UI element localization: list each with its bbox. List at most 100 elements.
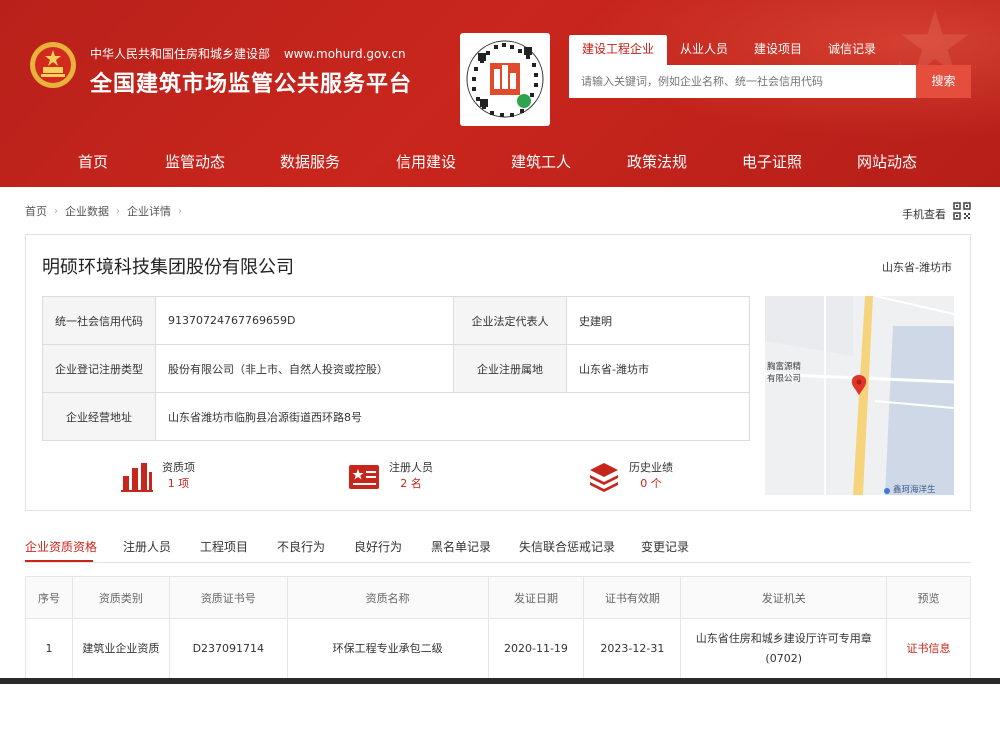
reg-place-label: 企业注册属地 (453, 344, 567, 393)
company-name: 明硕环境科技集团股份有限公司 (42, 257, 294, 278)
column-header: 资质证书号 (168, 576, 288, 619)
stat-qualifications[interactable]: 资质项 1 项 (120, 460, 195, 494)
cell-qual-name: 环保工程专业承包二级 (286, 618, 489, 679)
reg-type-label: 企业登记注册类型 (42, 344, 156, 393)
company-region: 山东省-潍坊市 (882, 261, 952, 274)
nav-item-policy[interactable]: 政策法规 (627, 140, 687, 184)
tab-bad-behavior[interactable]: 不良行为 (277, 538, 325, 555)
company-info-table: 统一社会信用代码 91370724767769659D 企业法定代表人 史建明 … (42, 296, 750, 441)
cell-authority: 山东省住房和城乡建设厅许可专用章 (0702) (680, 618, 888, 679)
national-emblem-icon (30, 42, 76, 88)
ministry-label: 中华人民共和国住房和城乡建设部 (90, 47, 271, 61)
address-label: 企业经营地址 (42, 392, 156, 441)
company-card: 明硕环境科技集团股份有限公司 山东省-潍坊市 统一社会信用代码 91370724… (25, 234, 971, 511)
nav-item-workers[interactable]: 建筑工人 (511, 140, 571, 184)
search-tab-credit[interactable]: 诚信记录 (815, 35, 889, 65)
map-poi-label: 有限公司 (767, 373, 801, 384)
search-tab-personnel[interactable]: 从业人员 (667, 35, 741, 65)
detail-tabs: 企业资质资格 注册人员 工程项目 不良行为 良好行为 黑名单记录 失信联合惩戒记… (25, 530, 971, 563)
nav-item-supervision[interactable]: 监管动态 (165, 140, 225, 184)
breadcrumb-home[interactable]: 首页 (25, 203, 47, 219)
stat-value: 2 名 (400, 477, 422, 490)
certificate-info-link[interactable]: 证书信息 (907, 642, 951, 655)
search-tab-enterprise[interactable]: 建设工程企业 (569, 35, 668, 65)
ministry-name: 中华人民共和国住房和城乡建设部 www.mohurd.gov.cn (90, 45, 406, 62)
column-header: 证书有效期 (583, 576, 682, 619)
info-row: 企业经营地址 山东省潍坊市临朐县冶源街道西环路8号 (42, 392, 750, 441)
stat-label: 注册人员 (389, 461, 433, 474)
column-header: 资质名称 (286, 576, 489, 619)
nav-item-news[interactable]: 网站动态 (857, 140, 917, 184)
info-row: 统一社会信用代码 91370724767769659D 企业法定代表人 史建明 (42, 296, 750, 345)
search-input[interactable] (569, 65, 915, 98)
layers-icon (590, 463, 618, 492)
legal-rep-value: 史建明 (566, 296, 750, 345)
tab-change-records[interactable]: 变更记录 (641, 538, 689, 555)
credit-code-label: 统一社会信用代码 (42, 296, 156, 345)
qr-code-icon (466, 40, 544, 118)
stat-label: 历史业绩 (629, 461, 673, 474)
active-tab-indicator (25, 560, 93, 562)
reg-type-value: 股份有限公司（非上市、自然人投资或控股） (155, 344, 454, 393)
table-row: 1 建筑业企业资质 D237091714 环保工程专业承包二级 2020-11-… (25, 618, 971, 679)
authority-line: (0702) (765, 651, 802, 665)
map-canvas[interactable]: 胸富源精 有限公司 鑫珂海洋生 (765, 296, 954, 495)
search-tab-projects[interactable]: 建设项目 (741, 35, 815, 65)
tab-joint-punishment[interactable]: 失信联合惩戒记录 (519, 538, 615, 555)
address-value: 山东省潍坊市临朐县冶源街道西环路8号 (155, 392, 750, 441)
bar-chart-icon (121, 463, 153, 492)
column-header: 序号 (25, 576, 73, 619)
search-button[interactable]: 搜索 (915, 65, 971, 98)
info-row: 企业登记注册类型 股份有限公司（非上市、自然人投资或控股） 企业注册属地 山东省… (42, 344, 750, 393)
authority-line: 山东省住房和城乡建设厅许可专用章 (695, 631, 872, 645)
tab-good-behavior[interactable]: 良好行为 (354, 538, 402, 555)
stat-value: 1 项 (167, 477, 190, 490)
column-header: 资质类别 (71, 576, 170, 619)
chevron-right-icon: › (54, 205, 58, 217)
chevron-right-icon: › (178, 205, 182, 217)
legal-rep-label: 企业法定代表人 (453, 296, 567, 345)
breadcrumb: 首页 › 企业数据 › 企业详情 › (25, 203, 189, 219)
stat-registered-personnel[interactable]: 注册人员 2 名 (347, 460, 433, 494)
cell-category: 建筑业企业资质 (71, 618, 170, 679)
nav-item-home[interactable]: 首页 (78, 140, 108, 184)
cell-preview: 证书信息 (886, 618, 971, 679)
platform-title: 全国建筑市场监管公共服务平台 (90, 72, 413, 97)
reg-place-value: 山东省-潍坊市 (566, 344, 750, 393)
nav-item-data[interactable]: 数据服务 (280, 140, 340, 184)
qr-code-icon[interactable] (953, 202, 971, 220)
location-map[interactable]: 胸富源精 有限公司 鑫珂海洋生 (765, 296, 954, 495)
id-card-icon (349, 465, 379, 489)
stat-project-history[interactable]: 历史业绩 0 个 (587, 460, 673, 494)
column-header: 预览 (886, 576, 971, 619)
tab-qualifications[interactable]: 企业资质资格 (25, 538, 97, 555)
stat-label: 资质项 (162, 461, 195, 474)
nav-item-e-license[interactable]: 电子证照 (742, 140, 802, 184)
map-poi-label: 胸富源精 (767, 361, 802, 372)
nav-item-credit[interactable]: 信用建设 (396, 140, 456, 184)
table-header-row: 序号 资质类别 资质证书号 资质名称 发证日期 证书有效期 发证机关 预览 (25, 576, 971, 619)
search-type-tabs: 建设工程企业 从业人员 建设项目 诚信记录 (569, 35, 889, 65)
cell-issue-date: 2020-11-19 (487, 618, 585, 679)
cell-no: 1 (25, 618, 73, 679)
cell-valid-until: 2023-12-31 (583, 618, 682, 679)
breadcrumb-enterprise-detail[interactable]: 企业详情 (127, 203, 171, 219)
credit-code-value: 91370724767769659D (155, 296, 454, 345)
chevron-right-icon: › (116, 205, 120, 217)
company-stats: 资质项 1 项 注册人员 2 名 历史业绩 0 个 (26, 460, 766, 500)
site-header: 中华人民共和国住房和城乡建设部 www.mohurd.gov.cn 全国建筑市场… (0, 0, 1000, 187)
mobile-view-link[interactable]: 手机查看 (902, 206, 946, 222)
tab-registered-personnel[interactable]: 注册人员 (123, 538, 171, 555)
breadcrumb-enterprise-data[interactable]: 企业数据 (65, 203, 109, 219)
mini-program-qr-code (460, 33, 550, 126)
tab-blacklist[interactable]: 黑名单记录 (431, 538, 491, 555)
column-header: 发证机关 (680, 576, 888, 619)
main-nav: 首页 监管动态 数据服务 信用建设 建筑工人 政策法规 电子证照 网站动态 (0, 140, 1000, 187)
map-poi-label: 鑫珂海洋生 (893, 484, 936, 495)
stat-value: 0 个 (640, 477, 662, 490)
qualification-table: 序号 资质类别 资质证书号 资质名称 发证日期 证书有效期 发证机关 预览 1 … (25, 576, 971, 679)
cell-cert-no: D237091714 (168, 618, 288, 679)
column-header: 发证日期 (487, 576, 585, 619)
tab-projects[interactable]: 工程项目 (200, 538, 248, 555)
ministry-url[interactable]: www.mohurd.gov.cn (284, 47, 406, 61)
